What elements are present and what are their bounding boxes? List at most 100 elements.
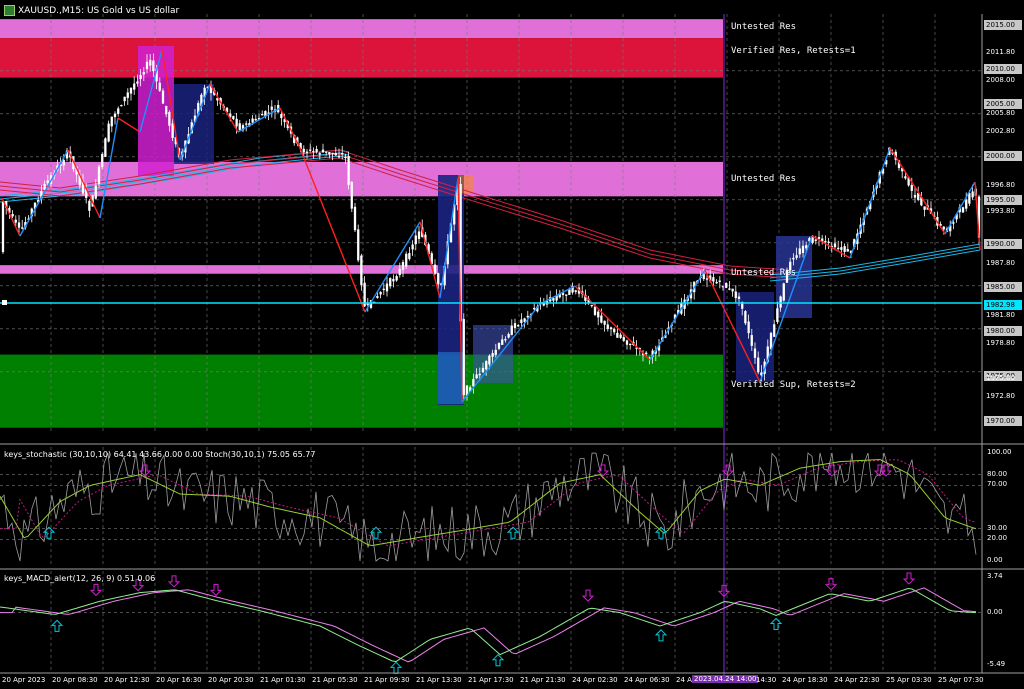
price-axis-label: 2008.00	[986, 76, 1015, 84]
candle-body	[149, 59, 152, 66]
candle-body	[616, 332, 619, 338]
price-axis-label: 1978.80	[986, 339, 1015, 347]
zigzag-segment	[1, 197, 21, 237]
candle-body	[478, 373, 481, 376]
candle-body	[350, 181, 353, 209]
price-axis-label: 1993.80	[986, 207, 1015, 215]
stochastic-axis-label: 70.00	[987, 480, 1008, 489]
time-axis-label: 21 Apr 17:30	[468, 676, 514, 684]
stochastic-axis-label: 0.00	[987, 556, 1003, 564]
candle-body	[136, 81, 139, 84]
candle-body	[261, 113, 264, 116]
candle-body	[382, 288, 385, 291]
candle-body	[433, 264, 437, 274]
candle-body	[593, 306, 597, 315]
price-axis-label: 2005.80	[986, 109, 1015, 117]
zone-rect	[0, 161, 723, 197]
candle-body	[312, 150, 315, 153]
candle-body	[411, 244, 414, 250]
crosshair-time-label: 2023.04.24 14:00	[692, 675, 759, 683]
macd-axis-label: 0.00	[987, 607, 1003, 616]
candle-body	[731, 288, 734, 292]
candle-body	[753, 348, 757, 358]
candle-body	[837, 247, 840, 250]
price-axis-label: 1985.00	[984, 282, 1022, 292]
macd-axis-label: -5.49	[987, 660, 1006, 668]
candle-body	[734, 291, 737, 299]
candle-body	[321, 149, 325, 153]
candle-body	[904, 176, 907, 179]
sell-arrow-icon	[89, 583, 103, 597]
chart-icon	[4, 5, 15, 16]
sell-arrow-icon	[167, 575, 181, 588]
time-axis-label: 20 Apr 12:30	[104, 676, 150, 684]
price-axis-label: 1975.80	[986, 374, 1015, 382]
candle-body	[62, 160, 65, 166]
candle-body	[507, 334, 510, 338]
candle-body	[46, 180, 49, 184]
candle-body	[302, 148, 305, 153]
price-axis-label: 2015.00	[984, 20, 1022, 30]
candle-body	[331, 152, 334, 155]
candle-body	[168, 111, 171, 126]
candle-body	[417, 231, 421, 239]
candle-body	[913, 194, 917, 198]
candle-body	[773, 324, 776, 337]
candle-body	[315, 148, 318, 152]
candle-body	[705, 278, 709, 280]
buy-arrow-icon	[491, 653, 505, 667]
candle-body	[101, 154, 104, 168]
candle-body	[606, 324, 609, 329]
candle-body	[965, 199, 968, 209]
candle-body	[347, 155, 350, 185]
candle-body	[120, 105, 123, 107]
chart-canvas[interactable]	[0, 0, 1024, 689]
candle-body	[158, 82, 161, 91]
candle-body	[376, 296, 379, 298]
time-axis-label: 25 Apr 07:30	[938, 676, 984, 684]
zigzag-segment	[574, 285, 651, 361]
stochastic-axis-label: 30.00	[987, 523, 1008, 532]
candle-body	[520, 319, 523, 324]
candle-body	[113, 113, 117, 118]
candle-body	[779, 296, 782, 308]
candle-body	[747, 321, 750, 334]
zone-label: Verified Sup, Retests=2	[731, 380, 856, 390]
time-axis-label: 25 Apr 03:30	[886, 676, 932, 684]
stochastic-panel-label: keys_stochastic (30,10,10) 64.41 43.66 0…	[4, 450, 316, 459]
time-axis-label: 24 Apr 06:30	[624, 676, 670, 684]
macd-axis-label: 3.74	[987, 572, 1003, 580]
candle-body	[744, 311, 747, 324]
candle-body	[165, 105, 168, 115]
candle-body	[414, 235, 417, 245]
candle-body	[318, 153, 321, 155]
signal-box	[138, 46, 174, 176]
price-line-handle[interactable]	[2, 300, 7, 305]
candle-body	[475, 374, 478, 379]
candle-body	[309, 149, 312, 151]
time-axis-label: 21 Apr 05:30	[312, 676, 358, 684]
candle-body	[142, 72, 145, 75]
candle-body	[750, 335, 753, 346]
candle-body	[107, 123, 110, 142]
candle-body	[840, 247, 843, 250]
candle-body	[801, 245, 805, 254]
zone-rect	[0, 19, 723, 39]
candle-body	[251, 118, 254, 123]
zigzag-segment	[419, 221, 441, 299]
candle-body	[526, 315, 529, 318]
price-axis-label: 1981.80	[986, 311, 1015, 319]
candle-body	[795, 255, 798, 258]
candle-body	[542, 303, 545, 306]
zigzag-segment	[649, 269, 706, 361]
candle-body	[488, 355, 491, 365]
time-axis-label: 24 A	[676, 676, 692, 684]
candle-body	[517, 325, 520, 327]
chart-title: XAUUSD.,M15: US Gold vs US dollar	[4, 5, 179, 16]
sell-arrow-icon	[581, 589, 595, 602]
candle-body	[341, 152, 344, 155]
zone-rect	[0, 38, 723, 78]
zone-label: Verified Res, Retests=1	[731, 46, 856, 56]
candle-body	[910, 185, 913, 191]
time-axis-label: 21 Apr 09:30	[364, 676, 410, 684]
